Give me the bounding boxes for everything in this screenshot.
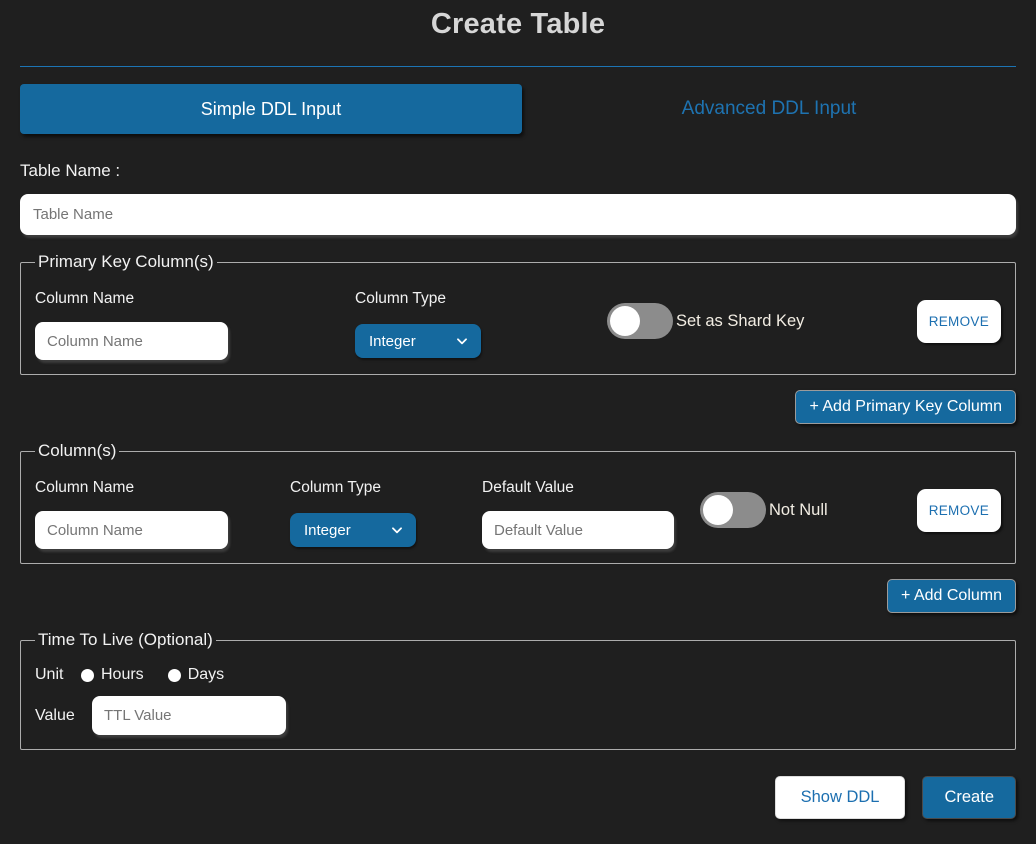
footer-actions: Show DDL Create <box>20 776 1016 819</box>
table-name-label: Table Name : <box>20 161 1016 181</box>
not-null-toggle[interactable] <box>700 492 766 528</box>
column-name-field: Column Name <box>35 465 290 549</box>
add-column-row: + Add Column <box>20 579 1016 613</box>
column-type-selected-value: Integer <box>304 522 351 539</box>
columns-legend: Column(s) <box>35 441 119 461</box>
title-divider <box>20 66 1016 67</box>
ttl-value-label: Value <box>35 707 92 725</box>
default-value-input[interactable] <box>482 511 674 549</box>
ttl-value-row: Value <box>35 696 1001 735</box>
pk-remove-button[interactable]: REMOVE <box>917 300 1001 343</box>
add-primary-key-row: + Add Primary Key Column <box>20 390 1016 424</box>
tab-simple-ddl-input[interactable]: Simple DDL Input <box>20 84 522 134</box>
pk-column-name-input[interactable] <box>35 322 228 360</box>
primary-key-columns-legend: Primary Key Column(s) <box>35 252 217 272</box>
column-name-input[interactable] <box>35 511 228 549</box>
chevron-down-icon <box>455 334 469 348</box>
shard-key-toggle-group: Set as Shard Key <box>607 303 804 339</box>
tab-advanced-ddl-input[interactable]: Advanced DDL Input <box>522 84 1016 134</box>
ttl-unit-row: Unit Hours Days <box>35 666 1001 684</box>
pk-column-name-field: Column Name <box>35 276 355 360</box>
page-title: Create Table <box>20 8 1016 41</box>
ttl-unit-hours-radio[interactable] <box>81 669 94 682</box>
ttl-value-input[interactable] <box>92 696 286 735</box>
primary-key-column-row: Column Name Column Type Integer Set as S… <box>35 276 1001 360</box>
ttl-unit-hours-label: Hours <box>101 666 144 684</box>
time-to-live-legend: Time To Live (Optional) <box>35 630 216 650</box>
column-remove-button[interactable]: REMOVE <box>917 489 1001 532</box>
add-primary-key-column-button[interactable]: + Add Primary Key Column <box>795 390 1016 424</box>
toggle-knob <box>610 306 640 336</box>
shard-key-toggle-label: Set as Shard Key <box>676 312 804 331</box>
default-value-field: Default Value <box>482 465 700 549</box>
pk-column-type-select[interactable]: Integer <box>355 324 481 358</box>
column-type-label: Column Type <box>290 479 482 497</box>
shard-key-toggle[interactable] <box>607 303 673 339</box>
not-null-toggle-group: Not Null <box>700 492 828 528</box>
toggle-knob <box>703 495 733 525</box>
ddl-input-tabs: Simple DDL Input Advanced DDL Input <box>20 84 1016 134</box>
pk-column-type-field: Column Type Integer <box>355 276 607 358</box>
add-column-button[interactable]: + Add Column <box>887 579 1016 613</box>
create-button[interactable]: Create <box>922 776 1016 819</box>
ttl-unit-days-radio[interactable] <box>168 669 181 682</box>
chevron-down-icon <box>390 523 404 537</box>
column-name-label: Column Name <box>35 479 290 497</box>
ttl-unit-days-label: Days <box>188 666 224 684</box>
ttl-unit-label: Unit <box>35 666 81 684</box>
pk-column-type-label: Column Type <box>355 290 607 308</box>
pk-column-type-selected-value: Integer <box>369 333 416 350</box>
column-type-field: Column Type Integer <box>290 465 482 547</box>
table-name-input[interactable] <box>20 194 1016 235</box>
column-type-select[interactable]: Integer <box>290 513 416 547</box>
show-ddl-button[interactable]: Show DDL <box>775 776 906 819</box>
create-table-page: Create Table Simple DDL Input Advanced D… <box>0 0 1036 844</box>
default-value-label: Default Value <box>482 479 700 497</box>
time-to-live-section: Time To Live (Optional) Unit Hours Days … <box>20 630 1016 750</box>
not-null-toggle-label: Not Null <box>769 501 828 520</box>
columns-section: Column(s) Column Name Column Type Intege… <box>20 441 1016 564</box>
primary-key-columns-section: Primary Key Column(s) Column Name Column… <box>20 252 1016 375</box>
column-row: Column Name Column Type Integer Default … <box>35 465 1001 549</box>
pk-column-name-label: Column Name <box>35 290 355 308</box>
